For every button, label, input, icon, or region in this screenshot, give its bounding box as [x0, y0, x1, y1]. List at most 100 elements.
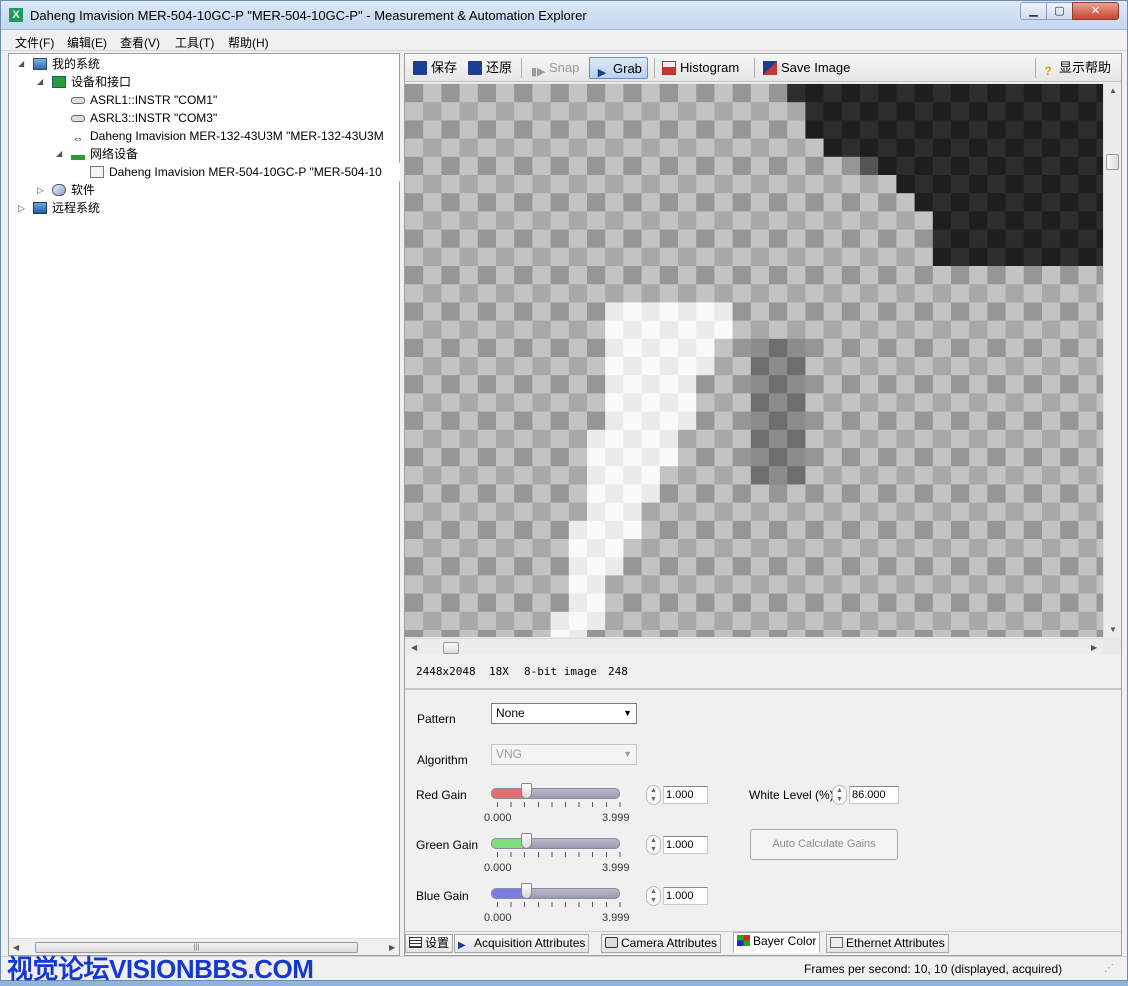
green-gain-label: Green Gain	[416, 838, 479, 852]
image-pixels	[405, 84, 1103, 637]
usb-icon: ⇔	[72, 133, 84, 145]
tree-item-remote-systems[interactable]: ▷ 远程系统	[18, 199, 100, 217]
slider-thumb[interactable]	[521, 883, 532, 899]
tree-item-asrl3[interactable]: ASRL3::INSTR "COM3"	[71, 109, 217, 127]
chevron-down-icon: ▼	[623, 749, 632, 759]
bit-depth: 8-bit image	[524, 665, 597, 678]
slider-max: 3.999	[602, 862, 630, 874]
bayer-color-settings: Pattern None ▼ Algorithm VNG ▼ Red Gain …	[405, 692, 1121, 932]
blue-gain-slider[interactable]	[491, 883, 620, 899]
save-image-button[interactable]: Save Image	[761, 57, 850, 79]
pattern-select[interactable]: None ▼	[491, 703, 637, 724]
tab-ethernet-attributes[interactable]: Ethernet Attributes	[826, 934, 949, 953]
scroll-right-icon[interactable]: ▶	[1091, 643, 1097, 652]
tree-item-devices-interfaces[interactable]: ◢ 设备和接口	[37, 73, 131, 91]
revert-button[interactable]: 还原	[466, 57, 512, 79]
save-button[interactable]: 保存	[411, 57, 457, 79]
tree-label: Daheng Imavision MER-504-10GC-P "MER-504…	[109, 165, 382, 179]
tab-label: Bayer Color	[753, 934, 817, 948]
menu-help[interactable]: 帮助(H)	[228, 34, 269, 51]
spin-arrows-icon[interactable]: ▲ ▼	[832, 785, 847, 805]
algorithm-value: VNG	[496, 747, 523, 761]
algorithm-label: Algorithm	[417, 753, 468, 767]
histogram-label: Histogram	[680, 60, 740, 75]
maximize-button[interactable]: ▢	[1046, 2, 1073, 20]
tab-label: Camera Attributes	[621, 936, 718, 950]
scroll-up-icon[interactable]: ▲	[1109, 86, 1117, 95]
image-horizontal-scrollbar[interactable]: ◀ ▶	[405, 638, 1103, 655]
scroll-down-icon[interactable]: ▼	[1109, 625, 1117, 634]
minimize-button[interactable]: ▁	[1020, 2, 1047, 20]
expand-arrow-icon[interactable]: ▷	[18, 199, 25, 217]
device-panel: 保存 还原 ▮▶ Snap ▶ Grab Histogram Save Image	[404, 53, 1122, 956]
play-icon: ▶	[597, 67, 607, 79]
pixel-value: 248	[608, 665, 628, 678]
settings-tabs: 设置 ▶ Acquisition Attributes Camera Attrib…	[405, 932, 1121, 954]
histogram-icon	[662, 61, 676, 75]
tree-item-asrl1[interactable]: ASRL1::INSTR "COM1"	[71, 91, 217, 109]
app-window: X Daheng Imavision MER-504-10GC-P "MER-5…	[0, 0, 1128, 984]
menu-tools[interactable]: 工具(T)	[175, 34, 214, 51]
menu-edit[interactable]: 编辑(E)	[67, 34, 107, 51]
scroll-left-icon[interactable]: ◀	[411, 643, 417, 652]
menu-file[interactable]: 文件(F)	[15, 34, 54, 51]
collapse-arrow-icon[interactable]: ◢	[37, 73, 43, 91]
camera-image[interactable]	[405, 84, 1103, 637]
slider-ticks	[497, 902, 621, 907]
tree-item-usb-camera[interactable]: ⇔ Daheng Imavision MER-132-43U3M "MER-132…	[71, 127, 384, 145]
red-gain-value[interactable]: 1.000	[663, 786, 708, 804]
green-gain-slider[interactable]	[491, 833, 620, 849]
image-vertical-scrollbar[interactable]: ▲ ▼	[1103, 83, 1121, 638]
show-help-button[interactable]: ? 显示帮助	[1039, 57, 1111, 79]
tab-camera-attributes[interactable]: Camera Attributes	[601, 934, 722, 953]
blue-gain-value[interactable]: 1.000	[663, 887, 708, 905]
tree-item-network-devices[interactable]: ◢ 网络设备	[56, 145, 139, 163]
menu-bar: 文件(F) 编辑(E) 查看(V) 工具(T) 帮助(H)	[1, 31, 1127, 51]
red-gain-slider[interactable]	[491, 783, 620, 799]
tab-bayer-color[interactable]: Bayer Color	[733, 932, 821, 953]
white-level-label: White Level (%)	[749, 788, 834, 802]
tree-item-my-system[interactable]: ◢ 我的系统	[18, 55, 100, 73]
algorithm-select[interactable]: VNG ▼	[491, 744, 637, 765]
scroll-thumb[interactable]	[1106, 154, 1119, 170]
tree-label: 软件	[71, 183, 96, 197]
resize-grip-icon[interactable]: ⋰	[1104, 963, 1114, 974]
slider-min: 0.000	[484, 912, 512, 924]
revert-label: 还原	[486, 60, 513, 75]
menu-view[interactable]: 查看(V)	[120, 34, 160, 51]
scroll-thumb[interactable]	[443, 642, 459, 654]
image-viewer: ▲ ▼ ◀ ▶	[405, 83, 1121, 655]
grab-button[interactable]: ▶ Grab	[589, 57, 648, 79]
slider-thumb[interactable]	[521, 833, 532, 849]
red-gain-label: Red Gain	[416, 788, 467, 802]
slider-ticks	[497, 802, 621, 807]
histogram-button[interactable]: Histogram	[660, 57, 739, 79]
save-label: 保存	[431, 60, 458, 75]
tab-acquisition-attributes[interactable]: ▶ Acquisition Attributes	[454, 934, 590, 953]
toolbar-separator	[1035, 58, 1036, 78]
slider-thumb[interactable]	[521, 783, 532, 799]
tree-item-software[interactable]: ▷ 软件	[37, 181, 96, 199]
spin-arrows-icon[interactable]: ▲ ▼	[646, 886, 661, 906]
tree-item-gige-camera[interactable]: Daheng Imavision MER-504-10GC-P "MER-504…	[90, 163, 400, 181]
snap-button[interactable]: ▮▶ Snap	[529, 57, 579, 79]
green-gain-value[interactable]: 1.000	[663, 836, 708, 854]
close-button[interactable]: ✕	[1072, 2, 1119, 20]
auto-calculate-gains-button[interactable]: Auto Calculate Gains	[750, 829, 898, 860]
config-tree: ◢ 我的系统 ◢ 设备和接口 ASRL1::INSTR "COM1" ASRL3…	[8, 53, 400, 956]
devices-icon	[52, 76, 66, 88]
watermark: 视觉论坛VISIONBBS.COM	[7, 954, 314, 984]
tree-label: 网络设备	[90, 147, 139, 161]
scroll-right-icon[interactable]: ▶	[389, 943, 395, 952]
spin-arrows-icon[interactable]: ▲ ▼	[646, 785, 661, 805]
tab-settings[interactable]: 设置	[405, 934, 454, 953]
save-image-icon	[763, 61, 777, 75]
collapse-arrow-icon[interactable]: ◢	[18, 55, 24, 73]
spin-arrows-icon[interactable]: ▲ ▼	[646, 835, 661, 855]
zoom-level: 18X	[489, 665, 509, 678]
collapse-arrow-icon[interactable]: ◢	[56, 145, 62, 163]
expand-arrow-icon[interactable]: ▷	[37, 181, 44, 199]
white-level-value[interactable]: 86.000	[849, 786, 899, 804]
serial-port-icon	[71, 97, 85, 104]
frames-per-second: Frames per second: 10, 10 (displayed, ac…	[804, 962, 1063, 976]
